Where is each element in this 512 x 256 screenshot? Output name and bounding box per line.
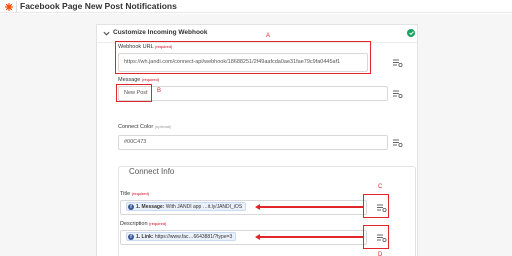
optional-marker: (optional): [154, 124, 172, 129]
facebook-icon: f: [128, 203, 134, 210]
zapier-logo-icon: [5, 3, 13, 11]
message-label-text: Message: [118, 77, 141, 83]
chevron-down-icon[interactable]: [103, 30, 110, 37]
required-marker: (required): [141, 77, 160, 82]
connect-color-label-text: Connect Color: [118, 124, 154, 130]
facebook-icon: f: [128, 233, 134, 240]
connect-color-label: Connect Color (optional): [118, 124, 171, 130]
editor-area: Customize Incoming Webhook Webhook URL (…: [0, 14, 512, 256]
section-title: Customize Incoming Webhook: [113, 29, 208, 36]
connect-info-title: Connect Info: [129, 167, 175, 176]
description-input[interactable]: f 1. Link: https://www.fac…6643881/?type=…: [120, 230, 367, 245]
data-pill[interactable]: f 1. Message: With JANDI app …it.ly/JANDI…: [126, 202, 247, 212]
header-divider: [16, 1, 17, 12]
arrow-c-line: [259, 206, 363, 208]
description-label-text: Description: [120, 221, 148, 227]
title-label-text: Title: [120, 191, 131, 197]
arrow-c-head: [255, 204, 260, 210]
list-icon: [392, 90, 402, 98]
annotation-c: C: [378, 184, 383, 190]
pill-field-name: 1. Message:: [136, 204, 165, 211]
pill-field-value: With JANDI app …it.ly/JANDI_iOS: [165, 204, 243, 211]
app-header: Facebook Page New Post Notifications: [0, 0, 512, 13]
connect-color-input[interactable]: #00C473: [118, 135, 388, 150]
title-label: Title (required): [120, 191, 149, 197]
list-icon: [392, 59, 402, 67]
pill-field-name: 1. Link:: [136, 234, 154, 241]
check-circle-icon: [407, 29, 415, 37]
highlight-box-b: [116, 84, 152, 102]
data-pill[interactable]: f 1. Link: https://www.fac…6643881/?type=…: [126, 232, 237, 242]
zap-title[interactable]: Facebook Page New Post Notifications: [20, 1, 177, 12]
arrow-d-line: [259, 236, 363, 238]
insert-data-button[interactable]: [390, 55, 405, 70]
highlight-box-c: [363, 194, 389, 218]
annotation-d: D: [378, 252, 383, 256]
list-icon: [392, 139, 402, 147]
required-marker: (required): [131, 191, 150, 196]
arrow-d-head: [255, 234, 260, 240]
annotation-a: A: [266, 33, 271, 39]
required-marker: (required): [149, 221, 167, 226]
insert-data-button[interactable]: [390, 86, 405, 101]
description-label: Description (required): [120, 221, 166, 227]
insert-data-button[interactable]: [390, 135, 405, 150]
highlight-box-d: [363, 225, 389, 249]
step-panel: Customize Incoming Webhook Webhook URL (…: [96, 24, 418, 256]
annotation-b: B: [157, 88, 162, 94]
message-label: Message (required): [118, 77, 159, 83]
title-input[interactable]: f 1. Message: With JANDI app …it.ly/JANDI…: [120, 200, 367, 215]
pill-field-value: https://www.fac…6643881/?type=3: [154, 234, 233, 241]
highlight-box-a: [115, 41, 371, 74]
